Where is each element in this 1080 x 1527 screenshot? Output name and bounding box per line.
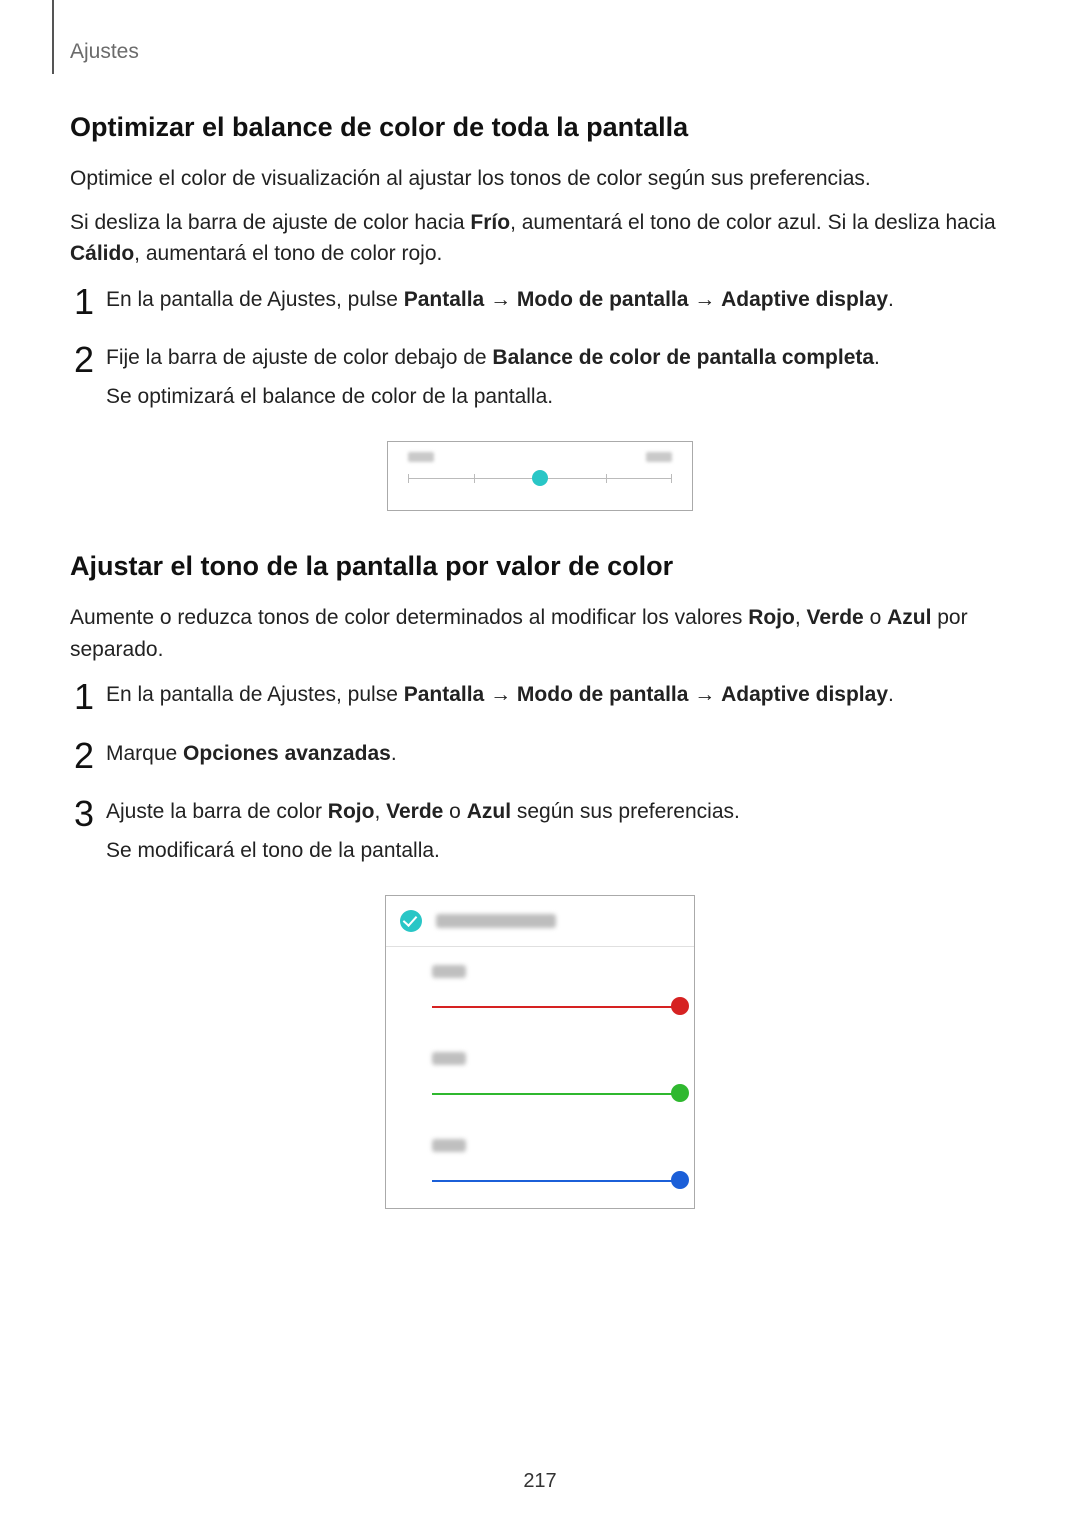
fig2-red-block	[386, 947, 694, 1034]
text: o	[864, 606, 887, 629]
fig2-green-line	[432, 1093, 680, 1095]
text: .	[888, 288, 894, 311]
text: Si desliza la barra de ajuste de color h…	[70, 211, 470, 234]
fig1-slider-thumb	[532, 470, 548, 486]
bold-adaptive: Adaptive display	[721, 288, 888, 311]
section2-steps: En la pantalla de Ajustes, pulse Pantall…	[70, 679, 1010, 867]
text: Fije la barra de ajuste de color debajo …	[106, 346, 492, 369]
text: Marque	[106, 742, 183, 765]
fig2-red-label	[432, 965, 466, 978]
section1-step-2-note: Se optimizará el balance de color de la …	[106, 381, 1010, 414]
text: .	[391, 742, 397, 765]
bold-rojo: Rojo	[328, 800, 375, 823]
fig2-advanced-row	[386, 896, 694, 947]
fig2-blue-label	[432, 1139, 466, 1152]
fig2-blue-line	[432, 1180, 680, 1182]
section2-step-1: En la pantalla de Ajustes, pulse Pantall…	[70, 679, 1010, 712]
figure-1-wrap	[70, 441, 1010, 511]
section1-step-2: Fije la barra de ajuste de color debajo …	[70, 342, 1010, 413]
page-number: 217	[0, 1470, 1080, 1493]
fig2-green-thumb	[671, 1084, 689, 1102]
fig2-red-line	[432, 1006, 680, 1008]
bold-azul: Azul	[467, 800, 511, 823]
text: .	[874, 346, 880, 369]
fig1-tick	[671, 474, 672, 483]
fig1-slider-track	[408, 472, 672, 486]
fig2-red-thumb	[671, 997, 689, 1015]
section1-steps: En la pantalla de Ajustes, pulse Pantall…	[70, 284, 1010, 414]
fig1-label-warm	[646, 452, 672, 462]
text: Aumente o reduzca tonos de color determi…	[70, 606, 748, 629]
figure-2-wrap	[70, 895, 1010, 1209]
fig2-green-track	[432, 1083, 680, 1105]
breadcrumb: Ajustes	[70, 40, 1010, 64]
text: o	[443, 800, 466, 823]
fig2-green-label	[432, 1052, 466, 1065]
bold-rojo: Rojo	[748, 606, 795, 629]
fig1-label-cool	[408, 452, 434, 462]
figure-color-balance	[387, 441, 693, 511]
fig1-labels	[408, 452, 672, 462]
bold-verde: Verde	[807, 606, 864, 629]
fig2-blue-thumb	[671, 1171, 689, 1189]
bold-azul: Azul	[887, 606, 931, 629]
text: .	[888, 683, 894, 706]
text: , aumentará el tono de color rojo.	[134, 242, 442, 265]
fig1-tick	[474, 474, 475, 483]
text: ,	[374, 800, 386, 823]
page-edge-marker	[52, 0, 54, 74]
arrow-sep: →	[688, 288, 721, 311]
bold-adaptive: Adaptive display	[721, 683, 888, 706]
section1-paragraph-2: Si desliza la barra de ajuste de color h…	[70, 207, 1010, 270]
fig2-advanced-label	[436, 914, 556, 928]
text: Ajuste la barra de color	[106, 800, 328, 823]
bold-frio: Frío	[470, 211, 510, 234]
bold-modo: Modo de pantalla	[517, 683, 689, 706]
section1-title: Optimizar el balance de color de toda la…	[70, 112, 1010, 143]
bold-balance: Balance de color de pantalla completa	[492, 346, 874, 369]
section1-step-1: En la pantalla de Ajustes, pulse Pantall…	[70, 284, 1010, 317]
section2-step-2: Marque Opciones avanzadas.	[70, 738, 1010, 771]
fig2-blue-track	[432, 1170, 680, 1192]
fig2-blue-block	[386, 1121, 694, 1208]
section1-paragraph-1: Optimice el color de visualización al aj…	[70, 163, 1010, 195]
text: ,	[795, 606, 807, 629]
fig2-green-block	[386, 1034, 694, 1121]
bold-verde: Verde	[386, 800, 443, 823]
section2-step-3: Ajuste la barra de color Rojo, Verde o A…	[70, 796, 1010, 867]
bold-pantalla: Pantalla	[404, 288, 485, 311]
figure-rgb-sliders	[385, 895, 695, 1209]
bold-opciones: Opciones avanzadas	[183, 742, 391, 765]
bold-modo: Modo de pantalla	[517, 288, 689, 311]
fig1-tick	[606, 474, 607, 483]
text: En la pantalla de Ajustes, pulse	[106, 683, 404, 706]
fig1-tick	[408, 474, 409, 483]
text: según sus preferencias.	[511, 800, 740, 823]
section2-title: Ajustar el tono de la pantalla por valor…	[70, 551, 1010, 582]
text: En la pantalla de Ajustes, pulse	[106, 288, 404, 311]
checkmark-icon	[400, 910, 422, 932]
arrow-sep: →	[688, 683, 721, 706]
section2-paragraph-1: Aumente o reduzca tonos de color determi…	[70, 602, 1010, 665]
bold-calido: Cálido	[70, 242, 134, 265]
bold-pantalla: Pantalla	[404, 683, 485, 706]
fig2-red-track	[432, 996, 680, 1018]
arrow-sep: →	[484, 288, 517, 311]
text: , aumentará el tono de color azul. Si la…	[510, 211, 996, 234]
section2-step-3-note: Se modificará el tono de la pantalla.	[106, 835, 1010, 868]
arrow-sep: →	[484, 683, 517, 706]
